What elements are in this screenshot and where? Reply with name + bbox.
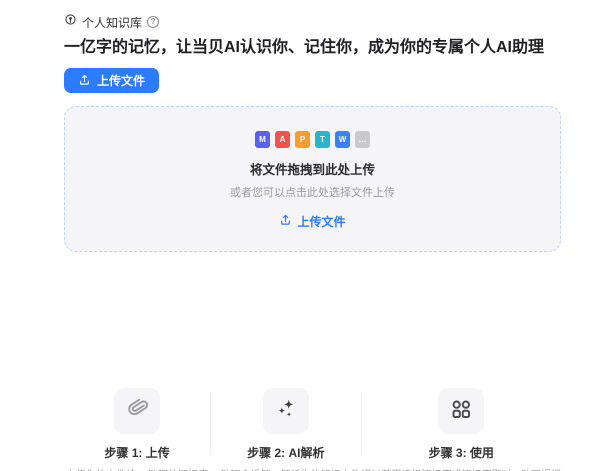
headline: 一亿字的记忆，让当贝AI认识你、记住你，成为你的专属个人AI助理 bbox=[64, 36, 600, 60]
dropzone-title: 将文件拖拽到此处上传 bbox=[250, 159, 375, 178]
step-description: 上传你的文件给AI 助理的知识库 bbox=[66, 466, 208, 471]
step-ai-parse: 步骤 2: AI解析 AI助理会拆解、解析你的知识文件 bbox=[211, 388, 360, 471]
kb-target-icon bbox=[64, 13, 77, 31]
help-icon[interactable]: ? bbox=[147, 16, 159, 28]
step-use: 步骤 3: 使用 通过首页选择知识库或知识库页对AI助理提问 bbox=[362, 388, 561, 471]
grid-icon bbox=[448, 396, 474, 427]
dropzone-upload-link[interactable]: 上传文件 bbox=[279, 213, 345, 230]
file-pdf-icon: A bbox=[275, 131, 290, 148]
upload-file-button-label: 上传文件 bbox=[97, 72, 145, 89]
file-more-icon: … bbox=[355, 131, 370, 148]
upload-icon bbox=[279, 213, 292, 229]
step-upload-iconbox bbox=[114, 388, 160, 434]
file-type-icons: M A P T W … bbox=[255, 131, 370, 148]
step-title: 步骤 2: AI解析 bbox=[247, 444, 324, 461]
file-ppt-icon: P bbox=[295, 131, 310, 148]
file-txt-icon: T bbox=[315, 131, 330, 148]
dropzone-subtitle: 或者您可以点击此处选择文件上传 bbox=[230, 184, 395, 200]
dropzone-upload-link-label: 上传文件 bbox=[297, 213, 345, 230]
file-word-icon: W bbox=[335, 131, 350, 148]
breadcrumb: 个人知识库 ? bbox=[64, 14, 600, 30]
upload-icon bbox=[78, 73, 91, 89]
steps-section: 步骤 1: 上传 上传你的文件给AI 助理的知识库 步骤 2: AI解析 AI助… bbox=[64, 388, 561, 471]
upload-file-button[interactable]: 上传文件 bbox=[64, 68, 159, 93]
personal-knowledge-base-page: 个人知识库 ? 一亿字的记忆，让当贝AI认识你、记住你，成为你的专属个人AI助理… bbox=[0, 0, 600, 471]
paperclip-icon bbox=[124, 396, 150, 427]
step-use-iconbox bbox=[438, 388, 484, 434]
file-markdown-icon: M bbox=[255, 131, 270, 148]
step-title: 步骤 3: 使用 bbox=[429, 444, 494, 461]
step-description: AI助理会拆解、解析你的知识文件 bbox=[211, 466, 360, 471]
step-upload: 步骤 1: 上传 上传你的文件给AI 助理的知识库 bbox=[64, 388, 210, 471]
step-title: 步骤 1: 上传 bbox=[104, 444, 169, 461]
step-description: 通过首页选择知识库或知识库页对AI助理提问 bbox=[362, 466, 561, 471]
step-ai-parse-iconbox bbox=[263, 388, 309, 434]
sparkles-icon bbox=[273, 396, 299, 427]
page-title: 个人知识库 bbox=[82, 14, 142, 31]
file-dropzone[interactable]: M A P T W … 将文件拖拽到此处上传 或者您可以点击此处选择文件上传 上… bbox=[64, 106, 561, 252]
